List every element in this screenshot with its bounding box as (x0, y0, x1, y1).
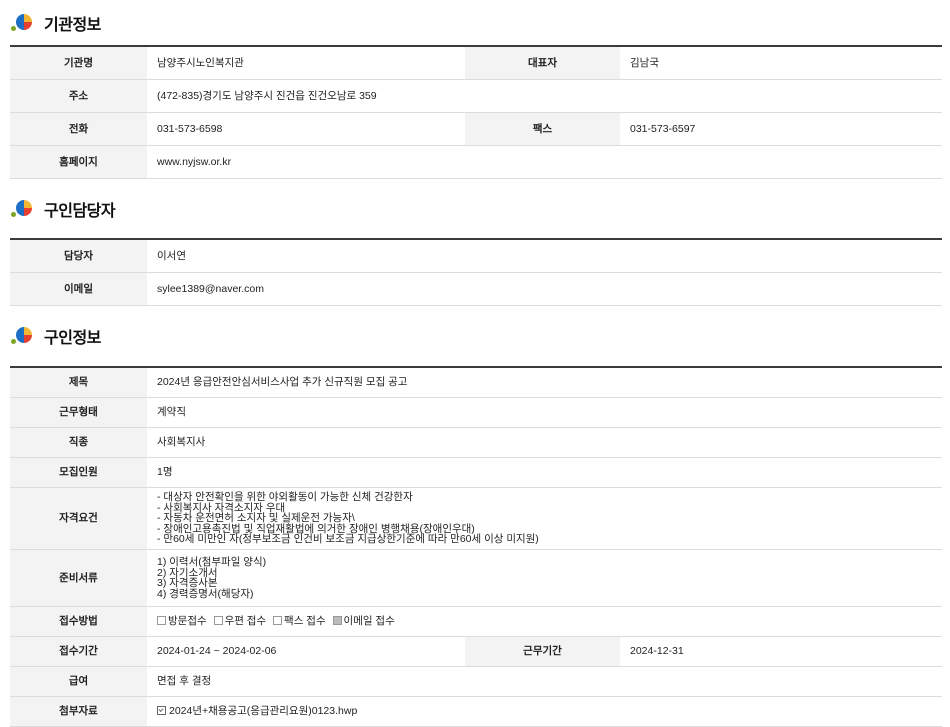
org-section-header: 기관정보 (10, 0, 950, 45)
table-row: 준비서류 1) 이력서(첨부파일 양식) 2) 자기소개서 3) 자격증사본 4… (10, 549, 942, 607)
checkbox-icon (273, 616, 283, 625)
headcount-label: 모집인원 (10, 457, 147, 488)
document-item: 1) 이력서(첨부파일 양식) (157, 556, 267, 568)
method-fax-checkbox[interactable]: 팩스 접수 (273, 615, 326, 627)
headcount-value: 1명 (147, 457, 942, 488)
section-bullet-icon (11, 12, 36, 34)
method-email-label: 이메일 접수 (343, 615, 395, 627)
document-item: 2) 자기소개서 (157, 566, 218, 579)
email-value: sylee1389@naver.com (147, 272, 942, 306)
workperiod-value: 2024-12-31 (620, 636, 942, 667)
document-item: 4) 경력증명서(해당자) (157, 587, 254, 600)
file-icon (157, 706, 166, 715)
checkbox-icon (213, 616, 223, 625)
method-post-checkbox[interactable]: 우편 접수 (213, 615, 267, 627)
phone-label: 전화 (10, 112, 147, 146)
fax-label: 팩스 (465, 112, 620, 146)
org-info-table: 기관명 남양주시노인복지관 대표자 김남국 주소 (472-835)경기도 남양… (10, 45, 942, 179)
contact-section-header: 구인담당자 (10, 179, 950, 238)
homepage-link[interactable]: www.nyjsw.or.kr (157, 156, 231, 168)
contact-info-table: 담당자 이서연 이메일 sylee1389@naver.com (10, 238, 942, 306)
table-row: 담당자 이서연 (10, 239, 942, 273)
table-row: 접수방법 방문접수 우편 접수 팩스 접수 이메일 접수 (10, 606, 942, 637)
worktype-value: 계약직 (147, 397, 942, 428)
address-label: 주소 (10, 79, 147, 113)
checkbox-icon (157, 616, 166, 625)
table-row: 이메일 sylee1389@naver.com (10, 272, 942, 306)
subject-value: 2024년 응급안전안심서비스사업 추가 신규직원 모집 공고 (147, 367, 942, 398)
homepage-label: 홈페이지 (10, 145, 147, 179)
method-label: 접수방법 (10, 606, 147, 637)
method-email-checkbox[interactable]: 이메일 접수 (332, 615, 395, 627)
qualification-label: 자격요건 (10, 487, 147, 550)
table-row: 급여 면접 후 결정 (10, 666, 942, 697)
section-bullet-icon (11, 198, 36, 220)
org-section-title: 기관정보 (44, 16, 101, 34)
attachment-link[interactable]: 2024년+채용공고(응급관리요원)0123.hwp (169, 705, 357, 717)
method-visit-checkbox[interactable]: 방문접수 (157, 615, 207, 627)
table-row: 근무형태 계약직 (10, 397, 942, 428)
fax-value: 031-573-6597 (620, 112, 942, 146)
job-info-table: 제목 2024년 응급안전안심서비스사업 추가 신규직원 모집 공고 근무형태 … (10, 366, 942, 727)
documents-list: 1) 이력서(첨부파일 양식) 2) 자기소개서 3) 자격증사본 4) 경력증… (147, 549, 942, 607)
salary-label: 급여 (10, 666, 147, 697)
table-row: 홈페이지 www.nyjsw.or.kr (10, 145, 942, 179)
table-row: 제목 2024년 응급안전안심서비스사업 추가 신규직원 모집 공고 (10, 367, 942, 398)
method-post-label: 우편 접수 (224, 615, 267, 627)
table-row: 자격요건 - 대상자 안전확인을 위한 야외활동이 가능한 신체 건강한자 - … (10, 487, 942, 550)
period-value: 2024-01-24 ~ 2024-02-06 (147, 636, 465, 667)
address-value: (472-835)경기도 남양주시 진건읍 진건오남로 359 (147, 79, 942, 113)
manager-value: 이서연 (147, 239, 942, 273)
manager-label: 담당자 (10, 239, 147, 273)
salary-value: 면접 후 결정 (147, 666, 942, 697)
section-bullet-icon (11, 325, 36, 347)
qualification-item: - 만60세 미만인 자(정부보조금 인건비 보조금 지급상한기준에 따라 만6… (157, 533, 539, 546)
table-row: 접수기간 2024-01-24 ~ 2024-02-06 근무기간 2024-1… (10, 636, 942, 667)
jobkind-value: 사회복지사 (147, 427, 942, 458)
worktype-label: 근무형태 (10, 397, 147, 428)
contact-section-title: 구인담당자 (44, 202, 116, 220)
table-row: 직종 사회복지사 (10, 427, 942, 458)
table-row: 모집인원 1명 (10, 457, 942, 488)
jobkind-label: 직종 (10, 427, 147, 458)
method-fax-label: 팩스 접수 (284, 615, 326, 627)
representative-value: 김남국 (620, 46, 942, 80)
method-visit-label: 방문접수 (168, 615, 207, 627)
table-row: 첨부자료 2024년+채용공고(응급관리요원)0123.hwp (10, 696, 942, 727)
qualification-list: - 대상자 안전확인을 위한 야외활동이 가능한 신체 건강한자 - 사회복지사… (147, 487, 942, 550)
attachment-label: 첨부자료 (10, 696, 147, 727)
table-row: 전화 031-573-6598 팩스 031-573-6597 (10, 112, 942, 146)
org-name-label: 기관명 (10, 46, 147, 80)
phone-value: 031-573-6598 (147, 112, 465, 146)
method-options: 방문접수 우편 접수 팩스 접수 이메일 접수 (147, 606, 942, 637)
job-section-header: 구인정보 (10, 306, 950, 366)
documents-label: 준비서류 (10, 549, 147, 607)
representative-label: 대표자 (465, 46, 620, 80)
workperiod-label: 근무기간 (465, 636, 620, 667)
table-row: 주소 (472-835)경기도 남양주시 진건읍 진건오남로 359 (10, 79, 942, 113)
org-name-value: 남양주시노인복지관 (147, 46, 465, 80)
period-label: 접수기간 (10, 636, 147, 667)
page-content: 기관정보 기관명 남양주시노인복지관 대표자 김남국 주소 (472-835)경… (10, 0, 950, 727)
table-row: 기관명 남양주시노인복지관 대표자 김남국 (10, 46, 942, 80)
subject-label: 제목 (10, 367, 147, 398)
job-section-title: 구인정보 (44, 330, 101, 347)
checkbox-checked-icon (332, 616, 342, 625)
email-label: 이메일 (10, 272, 147, 306)
document-item: 3) 자격증사본 (157, 577, 218, 589)
